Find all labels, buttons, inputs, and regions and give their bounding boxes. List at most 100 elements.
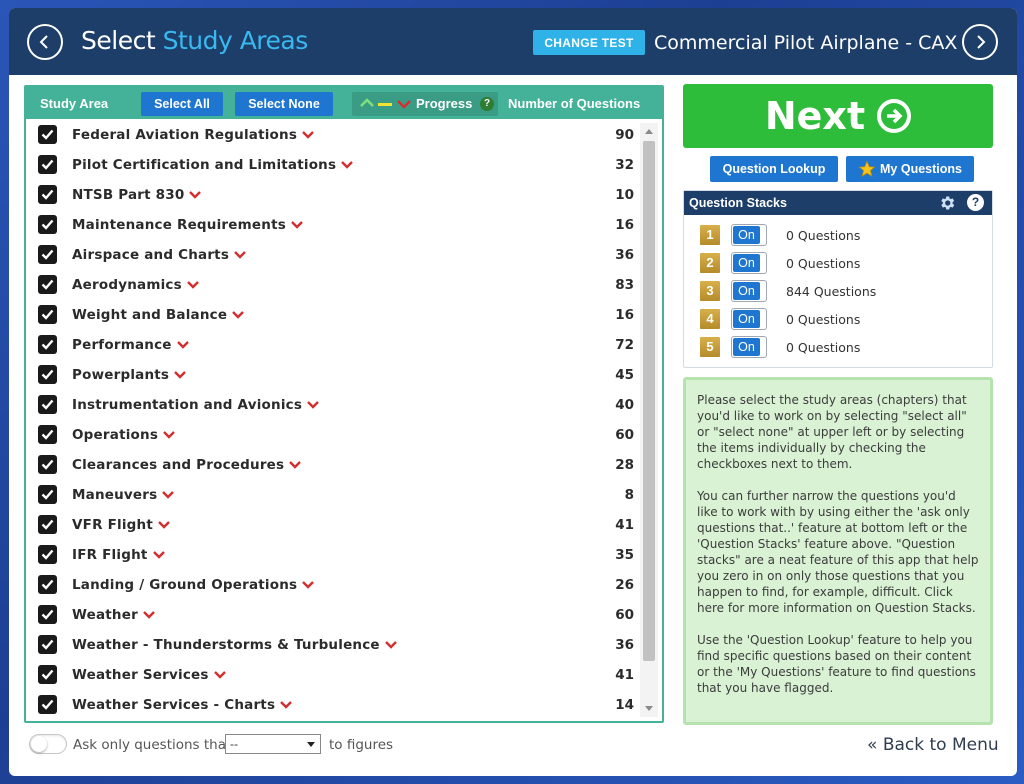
checkbox[interactable] <box>38 545 57 564</box>
checkbox[interactable] <box>38 305 57 324</box>
checkbox[interactable] <box>38 635 57 654</box>
study-area-name[interactable]: Federal Aviation Regulations <box>72 127 314 143</box>
chevron-down-icon[interactable] <box>163 431 175 439</box>
chevron-down-icon[interactable] <box>187 281 199 289</box>
chevron-down-icon[interactable] <box>143 611 155 619</box>
table-row[interactable]: Weather Services 41 <box>26 659 646 689</box>
chevron-down-icon[interactable] <box>302 131 314 139</box>
chevron-down-icon[interactable] <box>162 491 175 499</box>
checkbox[interactable] <box>38 365 57 384</box>
checkbox[interactable] <box>38 515 57 534</box>
col-study-area[interactable]: Study Area <box>40 96 108 111</box>
checkbox[interactable] <box>38 425 57 444</box>
table-row[interactable]: NTSB Part 830 10 <box>26 179 646 209</box>
scrollbar-thumb[interactable] <box>643 141 655 661</box>
progress-help-icon[interactable]: ? <box>480 97 494 111</box>
checkbox[interactable] <box>38 335 57 354</box>
stack-toggle[interactable]: On <box>731 280 767 302</box>
chevron-down-icon[interactable] <box>152 551 165 559</box>
checkbox[interactable] <box>38 125 57 144</box>
checkbox[interactable] <box>38 245 57 264</box>
col-number-of-questions[interactable]: Number of Questions <box>508 96 640 111</box>
select-none-button[interactable]: Select None <box>235 92 333 116</box>
table-row[interactable]: Weight and Balance 16 <box>26 299 646 329</box>
table-row[interactable]: Operations 60 <box>26 419 646 449</box>
study-area-name[interactable]: Clearances and Procedures <box>72 457 302 473</box>
back-to-menu-link[interactable]: « Back to Menu <box>867 735 999 755</box>
table-row[interactable]: Instrumentation and Avionics 40 <box>26 389 646 419</box>
checkbox[interactable] <box>38 215 57 234</box>
chevron-down-icon[interactable] <box>289 461 302 469</box>
question-lookup-button[interactable]: Question Lookup <box>710 156 838 182</box>
chevron-down-icon[interactable] <box>291 221 303 229</box>
stack-toggle[interactable]: On <box>731 224 767 246</box>
gear-icon[interactable] <box>938 194 956 212</box>
chevron-down-icon[interactable] <box>280 701 293 709</box>
table-row[interactable]: Federal Aviation Regulations 90 <box>26 119 646 149</box>
checkbox[interactable] <box>38 695 57 714</box>
stacks-help-icon[interactable]: ? <box>967 194 984 211</box>
table-row[interactable]: Weather 60 <box>26 599 646 629</box>
chevron-down-icon[interactable] <box>341 161 354 169</box>
scroll-down-icon[interactable] <box>645 706 653 711</box>
study-area-name[interactable]: Powerplants <box>72 367 187 383</box>
stack-toggle[interactable]: On <box>731 308 767 330</box>
chevron-down-icon[interactable] <box>213 671 226 679</box>
study-area-name[interactable]: Performance <box>72 337 189 353</box>
chevron-down-icon[interactable] <box>232 311 245 319</box>
study-area-name[interactable]: NTSB Part 830 <box>72 187 202 203</box>
chevron-down-icon[interactable] <box>189 191 202 199</box>
chevron-down-icon[interactable] <box>307 401 319 409</box>
chevron-down-icon[interactable] <box>384 641 397 649</box>
ask-only-select[interactable]: -- <box>225 734 321 754</box>
checkbox[interactable] <box>38 155 57 174</box>
checkbox[interactable] <box>38 395 57 414</box>
select-all-button[interactable]: Select All <box>141 92 223 116</box>
change-test-button[interactable]: CHANGE TEST <box>533 30 645 55</box>
scrollbar[interactable] <box>640 123 658 717</box>
table-row[interactable]: Pilot Certification and Limitations 32 <box>26 149 646 179</box>
table-row[interactable]: Aerodynamics 83 <box>26 269 646 299</box>
checkbox[interactable] <box>38 665 57 684</box>
chevron-down-icon[interactable] <box>158 521 170 529</box>
checkbox[interactable] <box>38 575 57 594</box>
next-button[interactable]: Next <box>683 84 993 148</box>
chevron-down-icon[interactable] <box>174 371 187 379</box>
forward-arrow-button[interactable] <box>962 24 998 60</box>
study-area-name[interactable]: Weather <box>72 607 155 623</box>
study-area-name[interactable]: Landing / Ground Operations <box>72 577 315 593</box>
study-area-name[interactable]: Weather Services <box>72 667 226 683</box>
table-row[interactable]: Maintenance Requirements 16 <box>26 209 646 239</box>
table-row[interactable]: Weather Services - Charts 14 <box>26 689 646 719</box>
table-row[interactable]: Clearances and Procedures 28 <box>26 449 646 479</box>
study-area-name[interactable]: Instrumentation and Avionics <box>72 397 319 413</box>
study-area-name[interactable]: Maintenance Requirements <box>72 217 303 233</box>
progress-sort[interactable]: Progress ? <box>352 92 498 116</box>
stack-toggle[interactable]: On <box>731 336 767 358</box>
chevron-down-icon[interactable] <box>234 251 246 259</box>
chevron-down-icon[interactable] <box>176 341 189 349</box>
study-area-name[interactable]: Weather - Thunderstorms & Turbulence <box>72 637 397 653</box>
study-area-name[interactable]: IFR Flight <box>72 547 165 563</box>
study-area-name[interactable]: Weather Services - Charts <box>72 697 293 713</box>
table-row[interactable]: Performance 72 <box>26 329 646 359</box>
study-area-name[interactable]: VFR Flight <box>72 517 170 533</box>
my-questions-button[interactable]: My Questions <box>846 156 974 182</box>
scroll-up-icon[interactable] <box>645 129 653 134</box>
info-paragraph-2[interactable]: You can further narrow the questions you… <box>697 488 980 616</box>
study-area-name[interactable]: Operations <box>72 427 175 443</box>
study-area-name[interactable]: Maneuvers <box>72 487 175 503</box>
checkbox[interactable] <box>38 185 57 204</box>
table-row[interactable]: Weather - Thunderstorms & Turbulence 36 <box>26 629 646 659</box>
stack-toggle[interactable]: On <box>731 252 767 274</box>
checkbox[interactable] <box>38 275 57 294</box>
checkbox[interactable] <box>38 485 57 504</box>
study-area-name[interactable]: Airspace and Charts <box>72 247 246 263</box>
table-row[interactable]: Landing / Ground Operations 26 <box>26 569 646 599</box>
table-row[interactable]: IFR Flight 35 <box>26 539 646 569</box>
study-area-name[interactable]: Weight and Balance <box>72 307 245 323</box>
table-row[interactable]: Maneuvers 8 <box>26 479 646 509</box>
back-arrow-button[interactable] <box>27 24 63 60</box>
checkbox[interactable] <box>38 605 57 624</box>
chevron-down-icon[interactable] <box>302 581 315 589</box>
